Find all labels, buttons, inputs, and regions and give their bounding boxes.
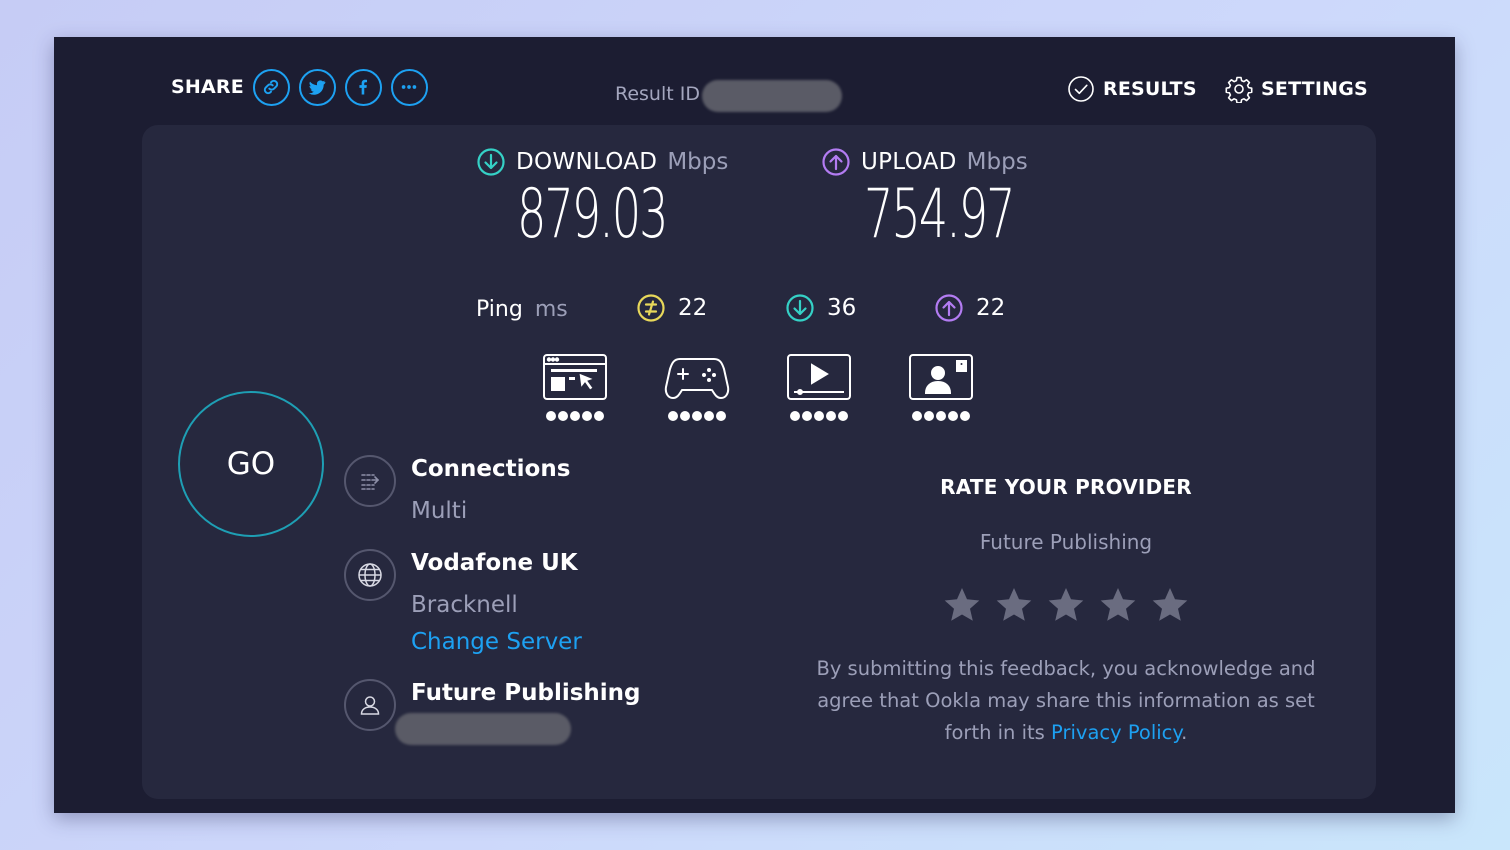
privacy-policy-link[interactable]: Privacy Policy: [1051, 721, 1181, 744]
download-label: DOWNLOAD: [516, 149, 658, 175]
ping-label: Ping: [476, 296, 523, 322]
connections-info: Connections Multi: [344, 455, 570, 525]
share-link-button[interactable]: [252, 68, 290, 106]
upload-label: UPLOAD: [861, 149, 957, 175]
video-streaming-icon: [787, 354, 851, 400]
download-metric: DOWNLOAD Mbps 879.03: [476, 147, 737, 249]
connections-value: Multi: [411, 498, 468, 524]
results-panel: DOWNLOAD Mbps 879.03 UPLOAD Mbps 754.97 …: [142, 125, 1376, 799]
usecase-video-chat[interactable]: [908, 353, 974, 423]
rate-provider-name: Future Publishing: [979, 530, 1153, 554]
provider-info: Future Publishing: [344, 679, 641, 745]
server-icon-wrap: [344, 549, 396, 601]
provider-icon-wrap: [344, 679, 396, 731]
ping-row: Ping ms 22 36 22: [476, 291, 1005, 327]
share-more-button[interactable]: [390, 68, 428, 106]
link-icon: [264, 79, 279, 95]
rate-provider-section: RATE YOUR PROVIDER Future Publishing By …: [792, 475, 1340, 749]
go-button[interactable]: GO: [178, 391, 324, 537]
ping-upload-value: 22: [976, 295, 1006, 321]
disclaimer-period: .: [1181, 721, 1188, 744]
redacted-result-id: [701, 80, 842, 112]
change-server-link[interactable]: Change Server: [411, 628, 582, 656]
star-rating: [792, 585, 1340, 625]
video-chat-icon: [909, 354, 973, 400]
download-speed-value: 879.03: [517, 175, 669, 254]
settings-button[interactable]: SETTINGS: [1225, 75, 1368, 103]
download-latency-icon: [786, 294, 814, 322]
idle-latency-icon: [637, 294, 665, 322]
share-twitter-button[interactable]: [298, 68, 336, 106]
download-unit: Mbps: [667, 149, 729, 175]
gaming-icon: [664, 358, 730, 399]
upload-latency-icon: [935, 294, 963, 322]
ping-upload: 22: [934, 293, 1005, 323]
server-info: Vodafone UK Bracknell Change Server: [344, 549, 582, 656]
upload-arrow-icon: [822, 148, 850, 176]
rating-dots: [546, 411, 604, 421]
ping-download-value: 36: [827, 295, 857, 321]
more-icon: [402, 85, 417, 89]
user-icon: [360, 696, 380, 715]
share-label: SHARE: [171, 76, 244, 98]
star-icon-3[interactable]: [1046, 585, 1086, 625]
star-icon-1[interactable]: [942, 585, 982, 625]
star-icon-2[interactable]: [994, 585, 1034, 625]
gear-icon: [1225, 76, 1253, 103]
connections-title: Connections: [411, 456, 571, 482]
check-circle-icon: [1068, 76, 1094, 102]
connections-icon: [361, 474, 380, 490]
usecase-video-streaming[interactable]: [786, 353, 852, 423]
result-id: Result ID: [615, 76, 842, 112]
provider-name: Future Publishing: [411, 680, 641, 706]
redacted-ip-address: [395, 713, 571, 745]
results-button[interactable]: RESULTS: [1067, 75, 1197, 103]
share-facebook-button[interactable]: [344, 68, 382, 106]
twitter-icon: [309, 80, 326, 95]
usecase-gaming[interactable]: [664, 353, 730, 423]
ping-unit: ms: [534, 296, 568, 322]
rating-dots: [668, 411, 726, 421]
rating-dots: [790, 411, 848, 421]
connections-icon-wrap[interactable]: [344, 455, 396, 507]
download-arrow-icon: [477, 148, 505, 176]
server-name: Vodafone UK: [411, 550, 578, 576]
star-icon-4[interactable]: [1098, 585, 1138, 625]
share-bar: SHARE: [171, 68, 428, 106]
web-browsing-icon: [543, 354, 607, 400]
ping-idle-value: 22: [678, 295, 708, 321]
globe-icon: [358, 563, 382, 587]
results-label: RESULTS: [1103, 78, 1197, 100]
ping-idle: 22: [636, 293, 707, 323]
rate-title: RATE YOUR PROVIDER: [940, 475, 1192, 499]
upload-metric: UPLOAD Mbps 754.97: [821, 147, 1084, 249]
upload-speed-value: 754.97: [864, 175, 1016, 254]
speedtest-window: SHARE Result ID RESULTS SETTINGS DOWNLOA…: [54, 37, 1455, 813]
facebook-icon: [359, 79, 368, 95]
feedback-disclaimer: By submitting this feedback, you acknowl…: [792, 653, 1340, 749]
usecase-web-browsing[interactable]: [542, 353, 608, 423]
upload-unit: Mbps: [966, 149, 1028, 175]
ping-download: 36: [785, 293, 856, 323]
result-id-label: Result ID: [615, 83, 700, 105]
rating-dots: [912, 411, 970, 421]
server-location: Bracknell: [411, 592, 518, 618]
star-icon-5[interactable]: [1150, 585, 1190, 625]
settings-label: SETTINGS: [1261, 78, 1368, 100]
